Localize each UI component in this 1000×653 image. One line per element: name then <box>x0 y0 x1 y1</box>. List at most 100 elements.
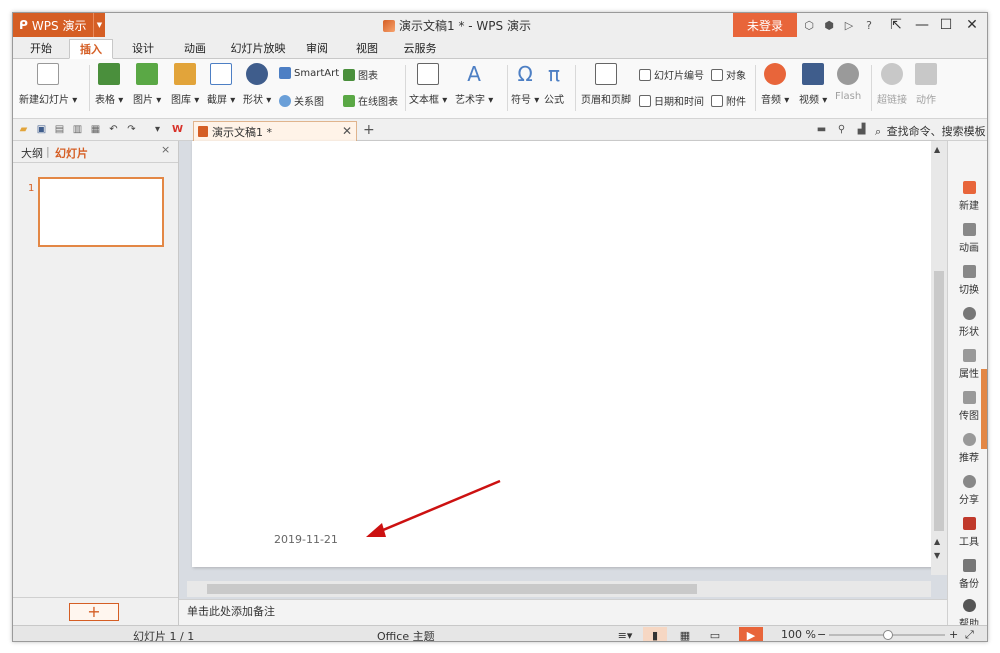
video-button[interactable]: 视频 ▾ <box>799 63 827 106</box>
open-folder-icon[interactable]: ▰ <box>17 123 30 136</box>
new-tab-icon[interactable]: + <box>363 122 375 138</box>
close-panel-icon[interactable]: × <box>161 143 170 156</box>
slide-date-text[interactable]: 2019-11-21 <box>274 533 338 546</box>
tab-outline[interactable]: 大纲 <box>21 145 43 161</box>
tab-slideshow[interactable]: 幻灯片放映 <box>225 39 291 59</box>
formula-button[interactable]: π 公式 <box>543 63 565 106</box>
zoom-level[interactable]: 100 % <box>781 628 816 641</box>
customize-dropdown-icon[interactable]: ▾ <box>151 123 164 136</box>
task-shape[interactable]: 形状 <box>948 307 987 338</box>
reading-view-icon[interactable]: ▭ <box>703 627 727 642</box>
chart-button[interactable]: 图表 <box>343 67 378 82</box>
login-button[interactable]: 未登录 <box>733 13 797 37</box>
print-icon[interactable]: ▥ <box>71 123 84 136</box>
layout-icon[interactable]: ▟ <box>855 123 868 136</box>
task-backup[interactable]: 备份 <box>948 559 987 590</box>
vertical-scrollbar[interactable]: ▲ ▲ ▼ <box>931 141 947 575</box>
redo-icon[interactable]: ↷ <box>125 123 138 136</box>
undo-icon[interactable]: ↶ <box>107 123 120 136</box>
command-search[interactable]: ⌕ 查找命令、搜索模板 <box>875 123 986 139</box>
screenshot-button[interactable]: 截屏 ▾ <box>207 63 235 106</box>
wordart-button[interactable]: A 艺术字 ▾ <box>455 63 493 106</box>
image-upload-icon <box>962 391 976 404</box>
task-tools[interactable]: 工具 <box>948 517 987 548</box>
present-icon[interactable]: ▬ <box>815 123 828 136</box>
print-preview-icon[interactable]: ▦ <box>89 123 102 136</box>
flash-button[interactable]: Flash <box>835 63 861 102</box>
new-slide-button[interactable]: 新建幻灯片 ▾ <box>19 63 77 106</box>
task-share[interactable]: 分享 <box>948 475 987 506</box>
picture-button[interactable]: 图片 ▾ <box>133 63 161 106</box>
close-tab-icon[interactable]: ✕ <box>342 124 352 138</box>
film-icon <box>802 63 825 85</box>
datetime-button[interactable]: 日期和时间 <box>639 93 704 108</box>
close-button[interactable]: ✕ <box>961 15 983 35</box>
window-title: 演示文稿1 * - WPS 演示 <box>383 17 531 34</box>
maximize-button[interactable]: ☐ <box>935 15 957 35</box>
audio-button[interactable]: 音频 ▾ <box>761 63 789 106</box>
fit-window-icon[interactable]: ⤢ <box>965 628 974 641</box>
header-footer-button[interactable]: 页眉和页脚 <box>581 63 631 106</box>
save-icon[interactable]: ▣ <box>35 123 48 136</box>
settings-icon[interactable]: ⬢ <box>821 17 837 33</box>
export-pdf-icon[interactable]: ▤ <box>53 123 66 136</box>
slide-canvas[interactable]: 2019-11-21 <box>192 141 934 567</box>
relation-chart-button[interactable]: 关系图 <box>279 93 324 108</box>
zoom-slider-knob[interactable] <box>883 630 893 640</box>
tab-view[interactable]: 视图 <box>347 39 387 59</box>
tab-slides[interactable]: 幻灯片 <box>55 145 88 161</box>
tab-animation[interactable]: 动画 <box>175 39 215 59</box>
quick-access-bar: ▰ ▣ ▤ ▥ ▦ ↶ ↷ ▾ W 演示文稿1 * ✕ + ▬ ⚲ ▟ ⌕ 查找… <box>13 119 987 141</box>
scroll-up-icon[interactable]: ▲ <box>934 145 940 154</box>
online-chart-label: 在线图表 <box>358 97 398 108</box>
tab-insert[interactable]: 插入 <box>69 39 113 59</box>
online-chart-icon <box>343 94 355 107</box>
notes-pane[interactable]: 单击此处添加备注 <box>179 599 947 625</box>
horizontal-scrollbar[interactable] <box>187 581 931 597</box>
hyperlink-button[interactable]: 超链接 <box>877 63 907 106</box>
slide-sorter-icon[interactable]: ▦ <box>673 627 697 642</box>
next-slide-icon[interactable]: ▼ <box>934 551 940 560</box>
notes-view-icon[interactable]: ≡▾ <box>613 627 637 642</box>
tab-home[interactable]: 开始 <box>21 39 61 59</box>
chevron-down-icon[interactable]: ▼ <box>93 13 105 37</box>
gallery-button[interactable]: 图库 ▾ <box>171 63 199 106</box>
ribbon-divider <box>575 65 576 111</box>
skin-icon[interactable]: ⬡ <box>801 17 817 33</box>
prev-slide-icon[interactable]: ▲ <box>934 537 940 546</box>
vertical-scroll-thumb[interactable] <box>934 271 944 531</box>
attachment-button[interactable]: 附件 <box>711 93 746 108</box>
zoom-in-icon[interactable]: + <box>949 628 958 641</box>
document-tab[interactable]: 演示文稿1 * ✕ <box>193 121 357 141</box>
zoom-out-icon[interactable]: − <box>817 628 826 641</box>
textbox-button[interactable]: 文本框 ▾ <box>409 63 447 106</box>
shapes-button[interactable]: 形状 ▾ <box>243 63 271 106</box>
horizontal-scroll-thumb[interactable] <box>207 584 697 594</box>
smartart-button[interactable]: SmartArt <box>279 67 339 79</box>
wps-cloud-icon[interactable]: W <box>171 123 184 136</box>
new-slide-icon <box>37 63 60 85</box>
pin-icon[interactable]: ⚲ <box>835 123 848 136</box>
play-slideshow-button[interactable]: ▶ <box>739 627 763 641</box>
feedback-icon[interactable]: ▷ <box>841 17 857 33</box>
tab-design[interactable]: 设计 <box>123 39 163 59</box>
add-slide-button[interactable]: + <box>69 603 119 621</box>
table-button[interactable]: 表格 ▾ <box>95 63 123 106</box>
tab-review[interactable]: 审阅 <box>297 39 337 59</box>
minimize-button[interactable]: — <box>911 15 933 35</box>
help-icon[interactable]: ? <box>861 17 877 33</box>
online-chart-button[interactable]: 在线图表 <box>343 93 398 108</box>
app-menu-button[interactable]: ᑭ WPS 演示 ▼ <box>13 13 105 37</box>
object-button[interactable]: 对象 <box>711 67 746 82</box>
slide-thumbnail[interactable] <box>38 177 164 247</box>
slide-number-button[interactable]: 幻灯片编号 <box>639 67 704 82</box>
task-animation[interactable]: 动画 <box>948 223 987 254</box>
normal-view-icon[interactable]: ▮ <box>643 627 667 641</box>
tab-cloud[interactable]: 云服务 <box>395 39 445 59</box>
action-button[interactable]: 动作 <box>915 63 937 106</box>
task-pane-toggle[interactable] <box>981 369 987 449</box>
task-new[interactable]: 新建 <box>948 181 987 212</box>
task-transition[interactable]: 切换 <box>948 265 987 296</box>
restore-ribbon-icon[interactable]: ⇱ <box>885 15 907 35</box>
symbol-button[interactable]: Ω 符号 ▾ <box>511 63 539 106</box>
